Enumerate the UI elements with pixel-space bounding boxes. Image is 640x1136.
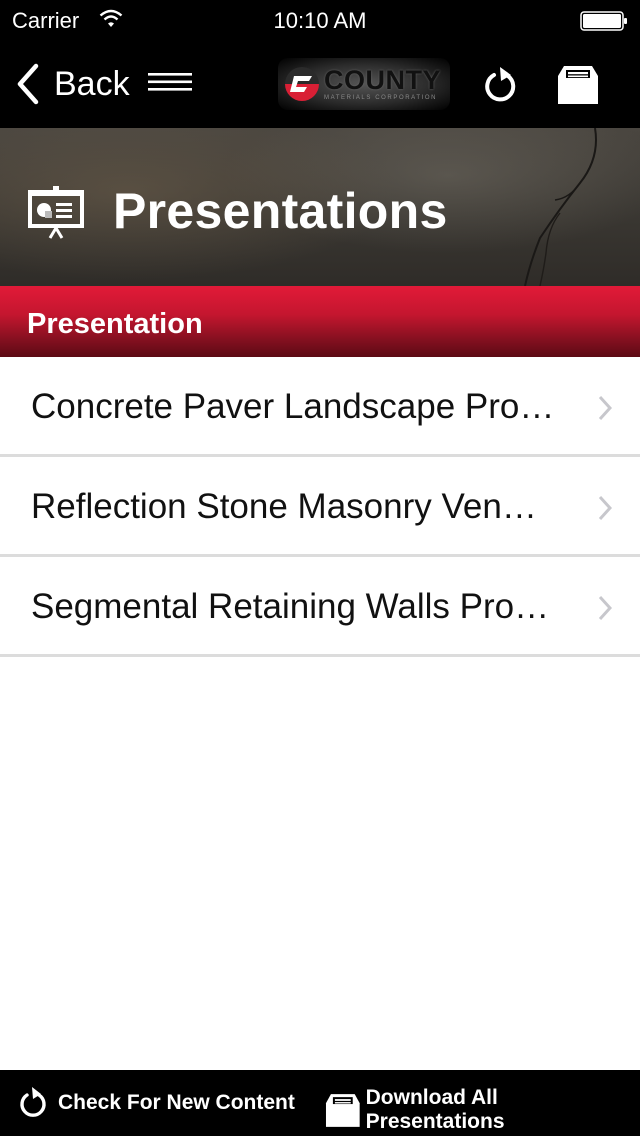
chevron-right-icon	[598, 595, 612, 621]
chevron-right-icon	[598, 495, 612, 521]
page-title: Presentations	[113, 183, 448, 239]
presentations-screen: Carrier 10:10 AM Back COUNTY MATERIALS C…	[0, 0, 640, 1136]
list-item[interactable]: Segmental Retaining Walls Pro…	[0, 557, 640, 657]
chevron-right-icon	[598, 395, 612, 421]
presentation-board-icon	[28, 186, 84, 239]
county-logo-mark-icon	[285, 67, 319, 101]
county-logo: COUNTY MATERIALS CORPORATION	[278, 58, 450, 110]
list-item-label: Reflection Stone Masonry Ven…	[31, 487, 537, 526]
battery-icon	[580, 11, 627, 31]
chevron-left-icon	[17, 63, 39, 105]
back-button[interactable]: Back	[14, 62, 130, 106]
logo-brand: COUNTY	[324, 65, 441, 95]
status-time: 10:10 AM	[273, 8, 367, 33]
check-for-new-content-label: Check For New Content	[58, 1091, 295, 1114]
section-header: Presentation	[0, 286, 640, 357]
download-all-presentations-button[interactable]: Download All Presentations	[324, 1086, 640, 1134]
presentation-list: Concrete Paver Landscape Pro… Reflection…	[0, 357, 640, 657]
status-bar: Carrier 10:10 AM	[0, 0, 640, 40]
section-header-label: Presentation	[27, 308, 203, 340]
download-box-icon	[325, 1094, 360, 1127]
refresh-icon[interactable]	[482, 64, 522, 106]
stone-texture-decoration	[524, 128, 597, 286]
check-for-new-content-button[interactable]: Check For New Content	[18, 1086, 295, 1120]
menu-icon[interactable]	[148, 72, 192, 92]
back-label: Back	[54, 64, 130, 103]
nav-bar: Back COUNTY MATERIALS CORPORATION	[0, 40, 640, 128]
refresh-icon	[20, 1087, 46, 1117]
top-bar: Carrier 10:10 AM Back COUNTY MATERIALS C…	[0, 0, 640, 128]
download-box-icon[interactable]	[556, 64, 600, 104]
logo-subtitle: MATERIALS CORPORATION	[324, 95, 438, 101]
list-item-label: Segmental Retaining Walls Pro…	[31, 587, 550, 626]
download-all-presentations-label: Download All Presentations	[365, 1086, 505, 1133]
hero-banner: Presentations	[0, 128, 640, 286]
list-item[interactable]: Concrete Paver Landscape Pro…	[0, 357, 640, 457]
bottom-toolbar: Check For New Content Download All Prese…	[0, 1070, 640, 1136]
list-item-label: Concrete Paver Landscape Pro…	[31, 387, 555, 426]
list-item[interactable]: Reflection Stone Masonry Ven…	[0, 457, 640, 557]
